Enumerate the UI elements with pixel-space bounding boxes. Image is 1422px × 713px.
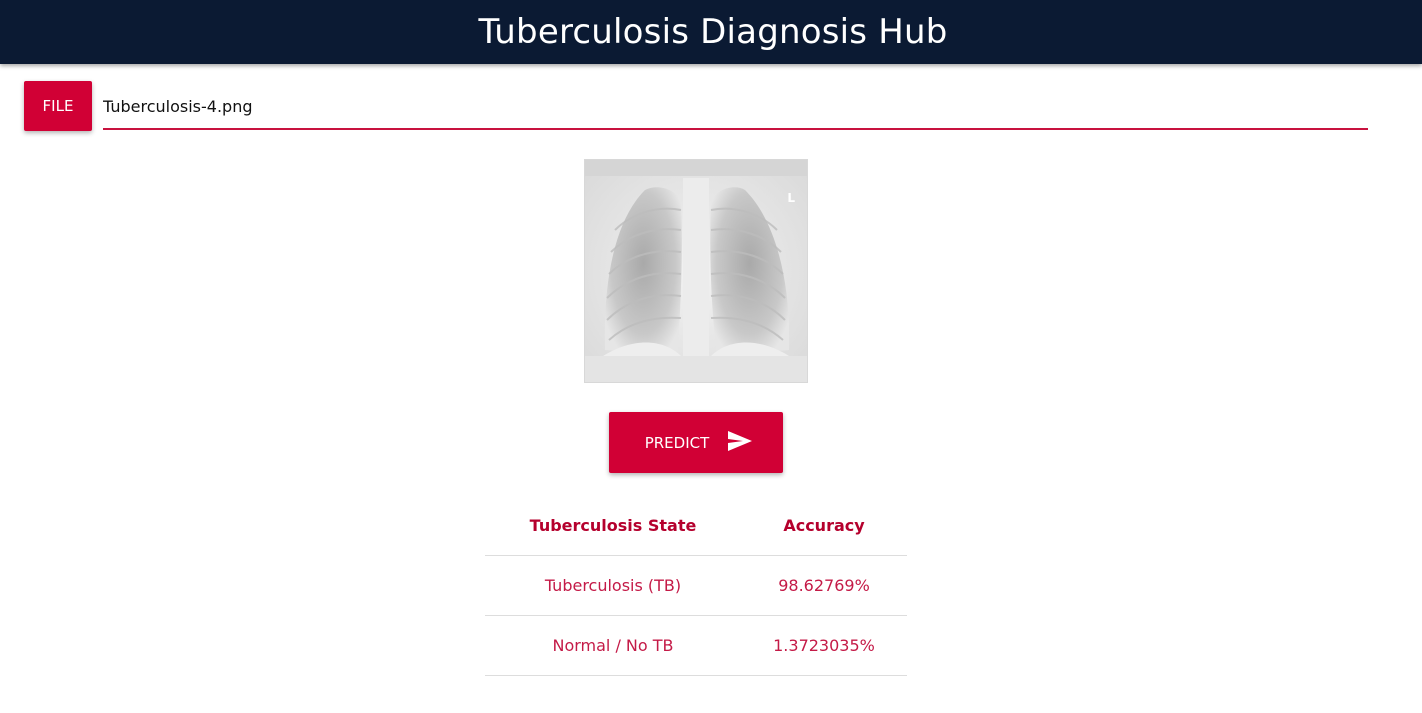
state-cell: Tuberculosis (TB) (485, 555, 741, 616)
results-table: Tuberculosis State Accuracy Tuberculosis… (485, 495, 907, 676)
file-upload-button[interactable]: FILE (24, 81, 92, 131)
predict-button[interactable]: PREDICT (609, 412, 783, 473)
xray-side-marker: L (787, 191, 795, 205)
predict-button-label: PREDICT (644, 433, 710, 452)
column-header-accuracy: Accuracy (741, 495, 907, 556)
table-row: Tuberculosis (TB) 98.62769% (485, 555, 907, 616)
page-title: Tuberculosis Diagnosis Hub (478, 12, 948, 52)
table-row: Normal / No TB 1.3723035% (485, 615, 907, 676)
state-cell: Normal / No TB (485, 615, 741, 676)
table-header-row: Tuberculosis State Accuracy (485, 495, 907, 556)
app-bar: Tuberculosis Diagnosis Hub (0, 0, 1422, 64)
accuracy-cell: 1.3723035% (741, 615, 907, 676)
accuracy-cell: 98.62769% (741, 555, 907, 616)
column-header-state: Tuberculosis State (485, 495, 741, 556)
send-icon (727, 430, 753, 456)
xray-preview-image: L (584, 159, 808, 383)
file-path-input[interactable] (103, 84, 1368, 130)
